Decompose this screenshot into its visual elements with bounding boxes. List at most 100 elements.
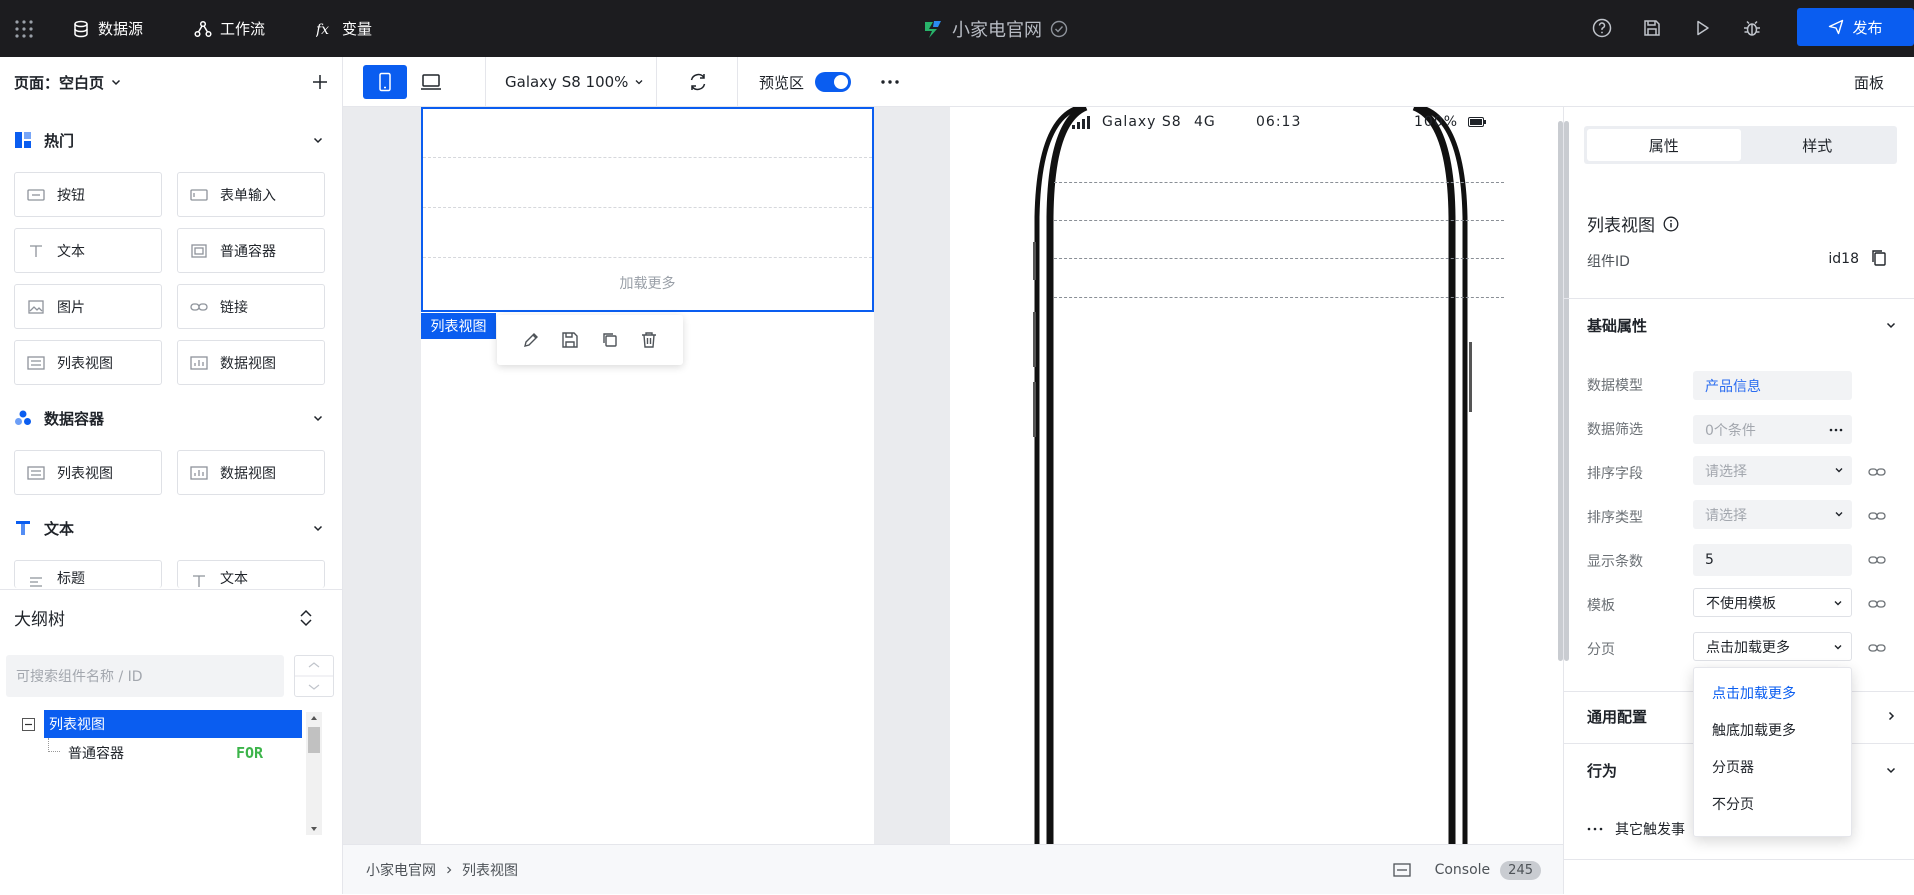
right-scrollbar[interactable] <box>1564 121 1569 661</box>
tab-properties[interactable]: 属性 <box>1587 129 1741 161</box>
field-value: 0个条件 <box>1705 422 1756 439</box>
more-icon[interactable] <box>879 71 901 93</box>
dropdown-option[interactable]: 触底加载更多 <box>1694 711 1851 748</box>
component-text[interactable]: 文本 <box>14 228 162 273</box>
tree-collapse-toggle[interactable] <box>22 718 35 731</box>
pagination-select[interactable]: 点击加载更多 <box>1693 632 1852 661</box>
other-events-row[interactable]: 其它触发事 <box>1587 819 1685 839</box>
device-select[interactable]: Galaxy S8 100% <box>505 57 644 107</box>
delete-icon[interactable] <box>640 331 658 349</box>
section-text[interactable]: 文本 <box>14 513 330 543</box>
bind-variable-icon[interactable] <box>1868 509 1886 523</box>
bind-variable-icon[interactable] <box>1868 465 1886 479</box>
chevron-down-icon <box>313 525 323 532</box>
component-title: 列表视图 <box>1587 211 1679 236</box>
nav-workflow[interactable]: 工作流 <box>194 0 265 57</box>
template-select[interactable]: 不使用模板 <box>1693 588 1852 617</box>
section-data-container[interactable]: 数据容器 <box>14 403 330 433</box>
tree-scrollbar[interactable] <box>306 712 322 835</box>
breadcrumb-item[interactable]: 小家电官网 <box>366 860 436 880</box>
component-list-view[interactable]: 列表视图 <box>14 340 162 385</box>
panel-toggle[interactable]: 面板 <box>1854 57 1884 107</box>
dropdown-option[interactable]: 不分页 <box>1694 785 1851 822</box>
bind-variable-icon[interactable] <box>1868 553 1886 567</box>
tree-node-container[interactable]: 普通容器 <box>68 739 124 767</box>
publish-button[interactable]: 发布 <box>1797 8 1914 46</box>
debug-icon[interactable] <box>1741 17 1763 39</box>
page-label: 页面：空白页 <box>14 73 105 92</box>
data-filter-field[interactable]: 0个条件 <box>1693 415 1852 444</box>
design-canvas[interactable]: 加载更多 列表视图 <box>343 107 1563 844</box>
list-item-divider <box>423 207 872 208</box>
add-page-icon[interactable] <box>310 72 330 92</box>
refresh-icon[interactable] <box>687 71 709 93</box>
chevron-down-icon <box>313 137 323 144</box>
console-button[interactable]: Console 245 <box>1392 845 1541 895</box>
apps-grid-icon[interactable] <box>14 19 34 39</box>
data-view-icon <box>190 355 208 370</box>
component-image[interactable]: 图片 <box>14 284 162 329</box>
sort-field-select[interactable]: 请选择 <box>1693 456 1852 485</box>
chevron-down-icon <box>1886 322 1896 329</box>
group-basic-properties[interactable]: 基础属性 <box>1587 313 1897 337</box>
load-more-text[interactable]: 加载更多 <box>423 273 872 293</box>
info-icon[interactable] <box>1663 216 1679 232</box>
expand-collapse-icon[interactable] <box>298 609 314 627</box>
outline-search-input[interactable]: 可搜索组件名称 / ID <box>6 655 284 697</box>
preview-toggle[interactable] <box>815 72 851 92</box>
help-icon[interactable] <box>1591 17 1613 39</box>
input-icon <box>190 188 208 201</box>
nav-label: 变量 <box>342 20 373 38</box>
nav-datasource[interactable]: 数据源 <box>72 0 143 57</box>
data-model-field[interactable]: 产品信息 <box>1693 371 1852 400</box>
edit-icon[interactable] <box>522 331 540 349</box>
mobile-view-button[interactable] <box>363 65 407 99</box>
play-icon[interactable] <box>1691 17 1713 39</box>
dropdown-option[interactable]: 点击加载更多 <box>1694 674 1851 711</box>
component-label: 标题 <box>57 571 85 587</box>
copy-icon[interactable] <box>601 331 619 349</box>
tab-styles[interactable]: 样式 <box>1741 129 1895 161</box>
save-icon[interactable] <box>1641 17 1663 39</box>
prop-label: 数据筛选 <box>1587 422 1643 438</box>
list-view-selected[interactable]: 加载更多 <box>421 107 874 312</box>
outline-stepper[interactable] <box>294 655 334 697</box>
data-container-icon <box>15 410 31 425</box>
save-icon[interactable] <box>561 331 579 349</box>
outline-tree-header: 大纲树 <box>0 589 342 645</box>
prop-label: 分页 <box>1587 642 1615 658</box>
more-icon[interactable] <box>1828 423 1844 437</box>
breadcrumb-item[interactable]: 列表视图 <box>462 860 518 880</box>
outline-title: 大纲树 <box>14 610 65 630</box>
bind-variable-icon[interactable] <box>1868 641 1886 655</box>
component-id-label: 组件ID <box>1587 254 1630 270</box>
chevron-down-icon <box>1835 512 1843 517</box>
display-count-input[interactable]: 5 <box>1693 544 1852 576</box>
component-text[interactable]: 文本 <box>177 560 325 588</box>
component-label: 表单输入 <box>220 187 276 204</box>
bind-variable-icon[interactable] <box>1868 597 1886 611</box>
tree-connector <box>48 738 60 752</box>
component-button[interactable]: 按钮 <box>14 172 162 217</box>
component-data-view[interactable]: 数据视图 <box>177 450 325 495</box>
component-heading[interactable]: 标题 <box>14 560 162 588</box>
component-form-input[interactable]: 表单输入 <box>177 172 325 217</box>
sort-type-select[interactable]: 请选择 <box>1693 500 1852 529</box>
tree-node-list-view[interactable]: 列表视图 <box>44 710 302 738</box>
text-icon <box>30 244 42 257</box>
nav-variables[interactable]: fx 变量 <box>316 0 372 57</box>
desktop-view-button[interactable] <box>409 65 453 99</box>
phone-frame <box>1033 107 1472 844</box>
section-popular[interactable]: 热门 <box>14 125 330 155</box>
component-container[interactable]: 普通容器 <box>177 228 325 273</box>
component-list-view[interactable]: 列表视图 <box>14 450 162 495</box>
component-label: 文本 <box>57 243 85 260</box>
dropdown-option[interactable]: 分页器 <box>1694 748 1851 785</box>
component-link[interactable]: 链接 <box>177 284 325 329</box>
app-title-text: 小家电官网 <box>952 19 1042 41</box>
text-section-icon <box>16 521 30 535</box>
for-badge: FOR <box>236 744 264 762</box>
copy-icon[interactable] <box>1870 249 1888 267</box>
component-data-view[interactable]: 数据视图 <box>177 340 325 385</box>
page-selector[interactable]: 页面：空白页 <box>14 57 330 107</box>
